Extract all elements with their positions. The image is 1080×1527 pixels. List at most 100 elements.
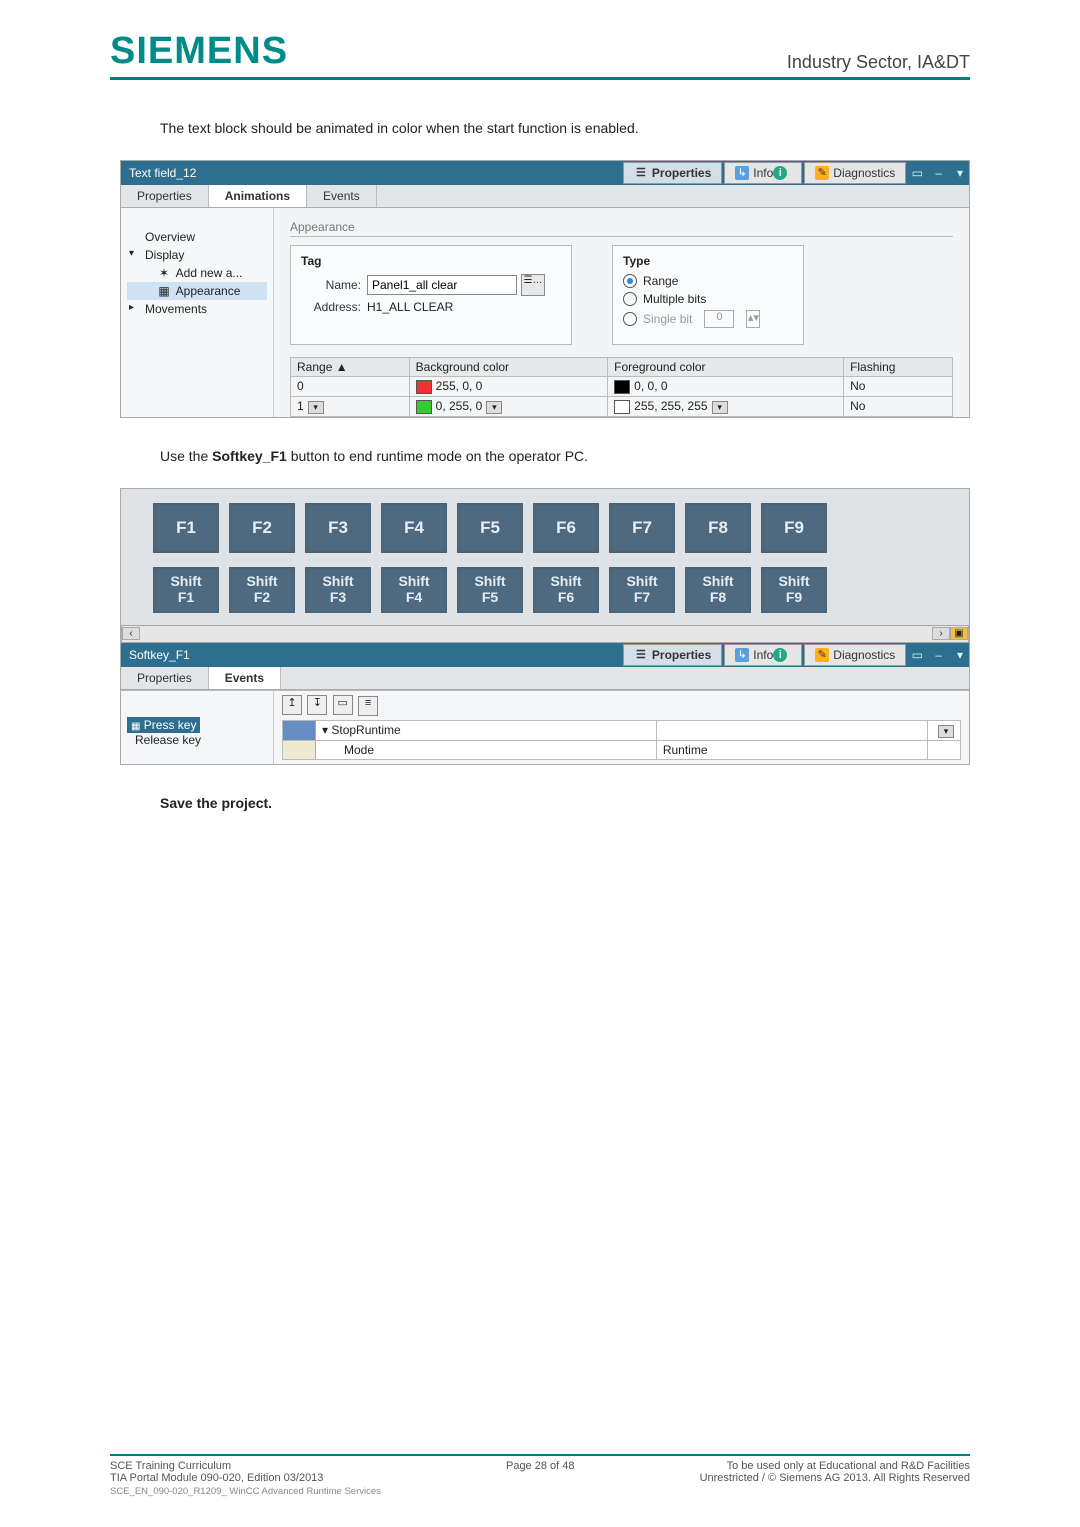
tab2-diagnostics[interactable]: ✎ Diagnostics [804, 644, 906, 666]
tab-properties[interactable]: ☰ Properties [623, 162, 722, 184]
fkey-f9[interactable]: F9 [761, 503, 827, 553]
scroll-right-icon[interactable]: › [932, 627, 950, 640]
row-handle-icon[interactable] [283, 740, 316, 759]
events-table: ▾ StopRuntime ▾ Mode Runtime [282, 720, 961, 760]
shiftkey-f5[interactable]: ShiftF5 [457, 567, 523, 613]
list-icon[interactable]: ≡ [358, 696, 378, 716]
shiftkey-f6[interactable]: ShiftF6 [533, 567, 599, 613]
fkey-f5[interactable]: F5 [457, 503, 523, 553]
subtab-events[interactable]: Events [307, 185, 377, 207]
row-handle-icon[interactable] [283, 720, 316, 740]
dropdown-icon[interactable]: ▾ [951, 166, 969, 180]
tag-name-label: Name: [301, 278, 361, 292]
tree-add-new[interactable]: ✶ Add new a... [127, 264, 267, 282]
dropdown-icon[interactable]: ▾ [938, 725, 954, 738]
single-bit-spinner: 0 [704, 310, 734, 328]
subtab-animations[interactable]: Animations [209, 185, 307, 207]
arrow-down-icon[interactable]: ↧ [307, 695, 327, 715]
fkey-f3[interactable]: F3 [305, 503, 371, 553]
arrow-up-icon[interactable]: ↥ [282, 695, 302, 715]
tab-properties-label: Properties [652, 166, 711, 180]
tab-info[interactable]: ↳ Info i [724, 162, 802, 184]
events-tree: ▦ Press key Release key [121, 691, 274, 764]
cell-range-0[interactable]: 0 [291, 377, 410, 397]
col-range[interactable]: Range ▲ [291, 358, 410, 377]
tab-diagnostics-label: Diagnostics [833, 166, 895, 180]
cell-bg-0: 255, 0, 0 [436, 379, 483, 393]
table-row[interactable]: Mode Runtime [283, 740, 961, 759]
tree-overview[interactable]: Overview [127, 228, 267, 246]
tree-appearance-label: Appearance [176, 284, 241, 298]
panel2-titlebar: Softkey_F1 ☰ Properties ↳ Info i ✎ Diagn… [121, 643, 969, 667]
fkey-f8[interactable]: F8 [685, 503, 751, 553]
tree-display[interactable]: ▾ Display [127, 246, 267, 264]
tree-movements-label: Movements [145, 302, 207, 316]
restore-icon[interactable]: ▭ [908, 166, 926, 180]
subtab2-events[interactable]: Events [209, 667, 281, 689]
tab-diagnostics[interactable]: ✎ Diagnostics [804, 162, 906, 184]
animation-tree: Overview ▾ Display ✶ Add new a... ▦ Appe… [121, 208, 274, 417]
events-release-key[interactable]: Release key [127, 733, 267, 747]
subtab2-properties[interactable]: Properties [121, 667, 209, 689]
footer-page-number: Page 28 of 48 [506, 1460, 575, 1472]
scroll-left-icon[interactable]: ‹ [122, 627, 140, 640]
minimize-icon[interactable]: – [930, 648, 948, 662]
fkey-f2[interactable]: F2 [229, 503, 295, 553]
radio-unselected-icon [623, 292, 637, 306]
dropdown-icon[interactable]: ▾ [308, 401, 324, 414]
tab2-info[interactable]: ↳ Info i [724, 644, 802, 666]
fkey-f1[interactable]: F1 [153, 503, 219, 553]
tab2-diagnostics-label: Diagnostics [833, 648, 895, 662]
cell-fg-1: 255, 255, 255 [634, 399, 707, 413]
tree-movements[interactable]: ▸ Movements [127, 300, 267, 318]
fkey-f7[interactable]: F7 [609, 503, 675, 553]
dropdown-icon[interactable]: ▾ [712, 401, 728, 414]
window-controls[interactable]: ▭ – ▾ [908, 166, 969, 180]
scroll-corner-icon[interactable]: ▣ [950, 627, 968, 640]
shiftkey-f4[interactable]: ShiftF4 [381, 567, 447, 613]
appearance-heading: Appearance [290, 218, 953, 237]
diagnostics-icon: ✎ [815, 648, 829, 662]
minimize-icon[interactable]: – [930, 166, 948, 180]
restore-icon[interactable]: ▭ [908, 648, 926, 662]
tag-name-input[interactable] [367, 275, 517, 295]
caret-down-icon[interactable]: ▾ [129, 248, 134, 259]
shiftkey-f3[interactable]: ShiftF3 [305, 567, 371, 613]
table-row[interactable]: 0 255, 0, 0 0, 0, 0 No [291, 377, 953, 397]
table-row[interactable]: ▾ StopRuntime ▾ [283, 720, 961, 740]
tree-appearance[interactable]: ▦ Appearance [127, 282, 267, 300]
caret-right-icon[interactable]: ▸ [129, 302, 134, 313]
radio-multiple-bits[interactable]: Multiple bits [623, 292, 793, 306]
header-sector: Industry Sector, IA&DT [787, 52, 970, 73]
radio-range[interactable]: Range [623, 274, 793, 288]
mid-paragraph: Use the Softkey_F1 button to end runtime… [160, 448, 970, 464]
shiftkey-f9[interactable]: ShiftF9 [761, 567, 827, 613]
table-row[interactable]: 1▾ 0, 255, 0▾ 255, 255, 255▾ No [291, 396, 953, 416]
softkey-panel: F1 F2 F3 F4 F5 F6 F7 F8 F9 ShiftF1 Shift… [120, 488, 970, 765]
tab2-properties[interactable]: ☰ Properties [623, 644, 722, 666]
tag-browse-button[interactable]: ☰… [521, 274, 545, 296]
mid-prefix: Use the [160, 448, 212, 464]
panel2-title: Softkey_F1 [121, 648, 198, 662]
shiftkey-f2[interactable]: ShiftF2 [229, 567, 295, 613]
tab-info-label: Info [753, 166, 773, 180]
subtab-properties[interactable]: Properties [121, 185, 209, 207]
tab2-properties-label: Properties [652, 648, 711, 662]
fkey-f6[interactable]: F6 [533, 503, 599, 553]
cell-range-1[interactable]: 1 [297, 399, 304, 413]
shiftkey-f1[interactable]: ShiftF1 [153, 567, 219, 613]
horizontal-scrollbar[interactable]: ‹ › ▣ [121, 625, 969, 643]
radio-multiple-label: Multiple bits [643, 292, 706, 306]
new-item-icon[interactable]: ▭ [333, 695, 353, 715]
dropdown-icon[interactable]: ▾ [951, 648, 969, 662]
range-color-table: Range ▲ Background color Foreground colo… [290, 357, 953, 417]
add-icon: ✶ [157, 266, 171, 280]
panel1-titlebar: Text field_12 ☰ Properties ↳ Info i ✎ Di… [121, 161, 969, 185]
window-controls-2[interactable]: ▭ – ▾ [908, 648, 969, 662]
shiftkey-f8[interactable]: ShiftF8 [685, 567, 751, 613]
shiftkey-f7[interactable]: ShiftF7 [609, 567, 675, 613]
col-flash: Flashing [844, 358, 953, 377]
fkey-f4[interactable]: F4 [381, 503, 447, 553]
dropdown-icon[interactable]: ▾ [486, 401, 502, 414]
events-press-key[interactable]: ▦ Press key [127, 717, 200, 733]
